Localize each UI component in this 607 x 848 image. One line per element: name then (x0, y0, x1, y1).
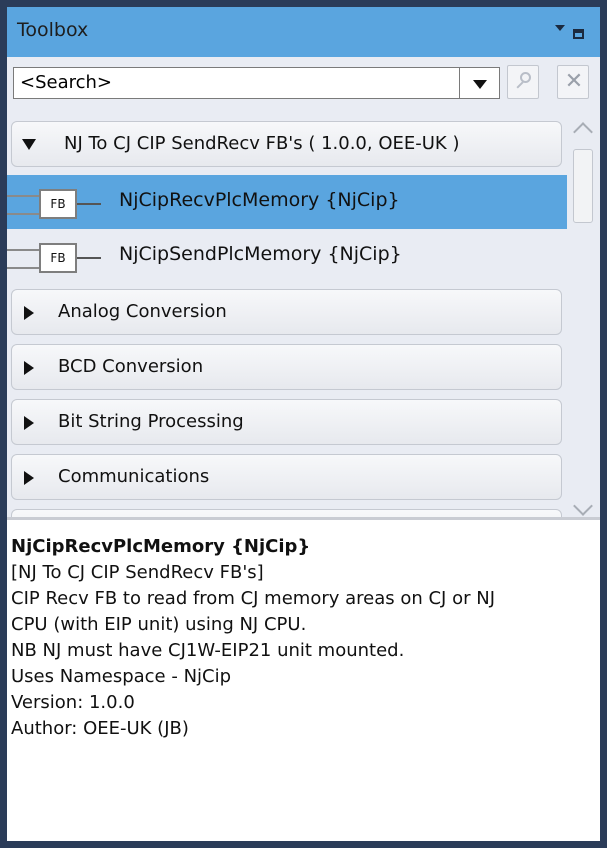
description-line: Author: OEE-UK (JB) (11, 718, 189, 739)
group-label: Analog Conversion (58, 301, 227, 322)
fb-input-line (7, 213, 39, 215)
clear-search-button[interactable]: ✕ (557, 65, 589, 99)
description-line: [NJ To CJ CIP SendRecv FB's] (11, 562, 264, 583)
description-line: CPU (with EIP unit) using NJ CPU. (11, 614, 307, 635)
search-icon-handle (516, 81, 524, 89)
maximize-icon[interactable] (573, 29, 584, 39)
fb-output-line (77, 257, 101, 259)
group-header-partial[interactable] (11, 509, 562, 517)
panel-title: Toolbox (17, 19, 89, 41)
window-frame: Toolbox <Search> ✕ NJ To CJ CIP SendRecv… (0, 0, 607, 848)
expand-arrow-icon (24, 306, 34, 320)
fb-name: NjCipRecvPlcMemory {NjCip} (119, 189, 400, 211)
find-button[interactable] (507, 65, 539, 99)
group-header-bit-string-processing[interactable]: Bit String Processing (11, 399, 562, 445)
fb-input-line (7, 267, 39, 269)
scroll-down-icon[interactable] (573, 496, 593, 516)
group-label: BCD Conversion (58, 356, 204, 377)
description-line: Version: 1.0.0 (11, 692, 135, 713)
description-title: NjCipRecvPlcMemory {NjCip} (11, 536, 311, 557)
description-line: Uses Namespace - NjCip (11, 666, 232, 687)
group-label: NJ To CJ CIP SendRecv FB's ( 1.0.0, OEE-… (64, 133, 460, 154)
collapse-arrow-icon (22, 139, 36, 150)
scroll-thumb[interactable] (573, 149, 593, 223)
function-block-icon: FB (39, 243, 77, 273)
expand-arrow-icon (24, 361, 34, 375)
group-header-communications[interactable]: Communications (11, 454, 562, 500)
toolbox-list: NJ To CJ CIP SendRecv FB's ( 1.0.0, OEE-… (7, 113, 567, 517)
toolbox-panel: Toolbox <Search> ✕ NJ To CJ CIP SendRecv… (7, 7, 600, 841)
fb-output-line (77, 203, 101, 205)
close-icon: ✕ (564, 69, 584, 94)
search-dropdown-button[interactable] (460, 67, 500, 99)
group-header-analog-conversion[interactable]: Analog Conversion (11, 289, 562, 335)
group-header-bcd-conversion[interactable]: BCD Conversion (11, 344, 562, 390)
expand-arrow-icon (24, 471, 34, 485)
list-item-fb[interactable]: FB NjCipRecvPlcMemory {NjCip} (7, 175, 567, 229)
window-position-dropdown-icon[interactable] (555, 25, 565, 31)
search-toolbar: <Search> ✕ (7, 57, 600, 113)
title-bar[interactable]: Toolbox (7, 7, 600, 57)
fb-input-line (7, 195, 39, 197)
group-header-expanded[interactable]: NJ To CJ CIP SendRecv FB's ( 1.0.0, OEE-… (11, 121, 562, 167)
function-block-icon: FB (39, 189, 77, 219)
description-line: CIP Recv FB to read from CJ memory areas… (11, 588, 495, 609)
fb-input-line (7, 249, 39, 251)
fb-name: NjCipSendPlcMemory {NjCip} (119, 243, 402, 265)
triangle-down-icon (473, 80, 487, 89)
vertical-scrollbar[interactable] (567, 113, 600, 517)
group-label: Communications (58, 466, 210, 487)
scroll-up-icon[interactable] (573, 122, 593, 142)
group-label: Bit String Processing (58, 411, 244, 432)
description-pane: NjCipRecvPlcMemory {NjCip} [NJ To CJ CIP… (7, 520, 600, 841)
description-line: NB NJ must have CJ1W-EIP21 unit mounted. (11, 640, 405, 661)
expand-arrow-icon (24, 416, 34, 430)
list-item-fb[interactable]: FB NjCipSendPlcMemory {NjCip} (7, 229, 567, 283)
search-input[interactable]: <Search> (13, 67, 460, 99)
